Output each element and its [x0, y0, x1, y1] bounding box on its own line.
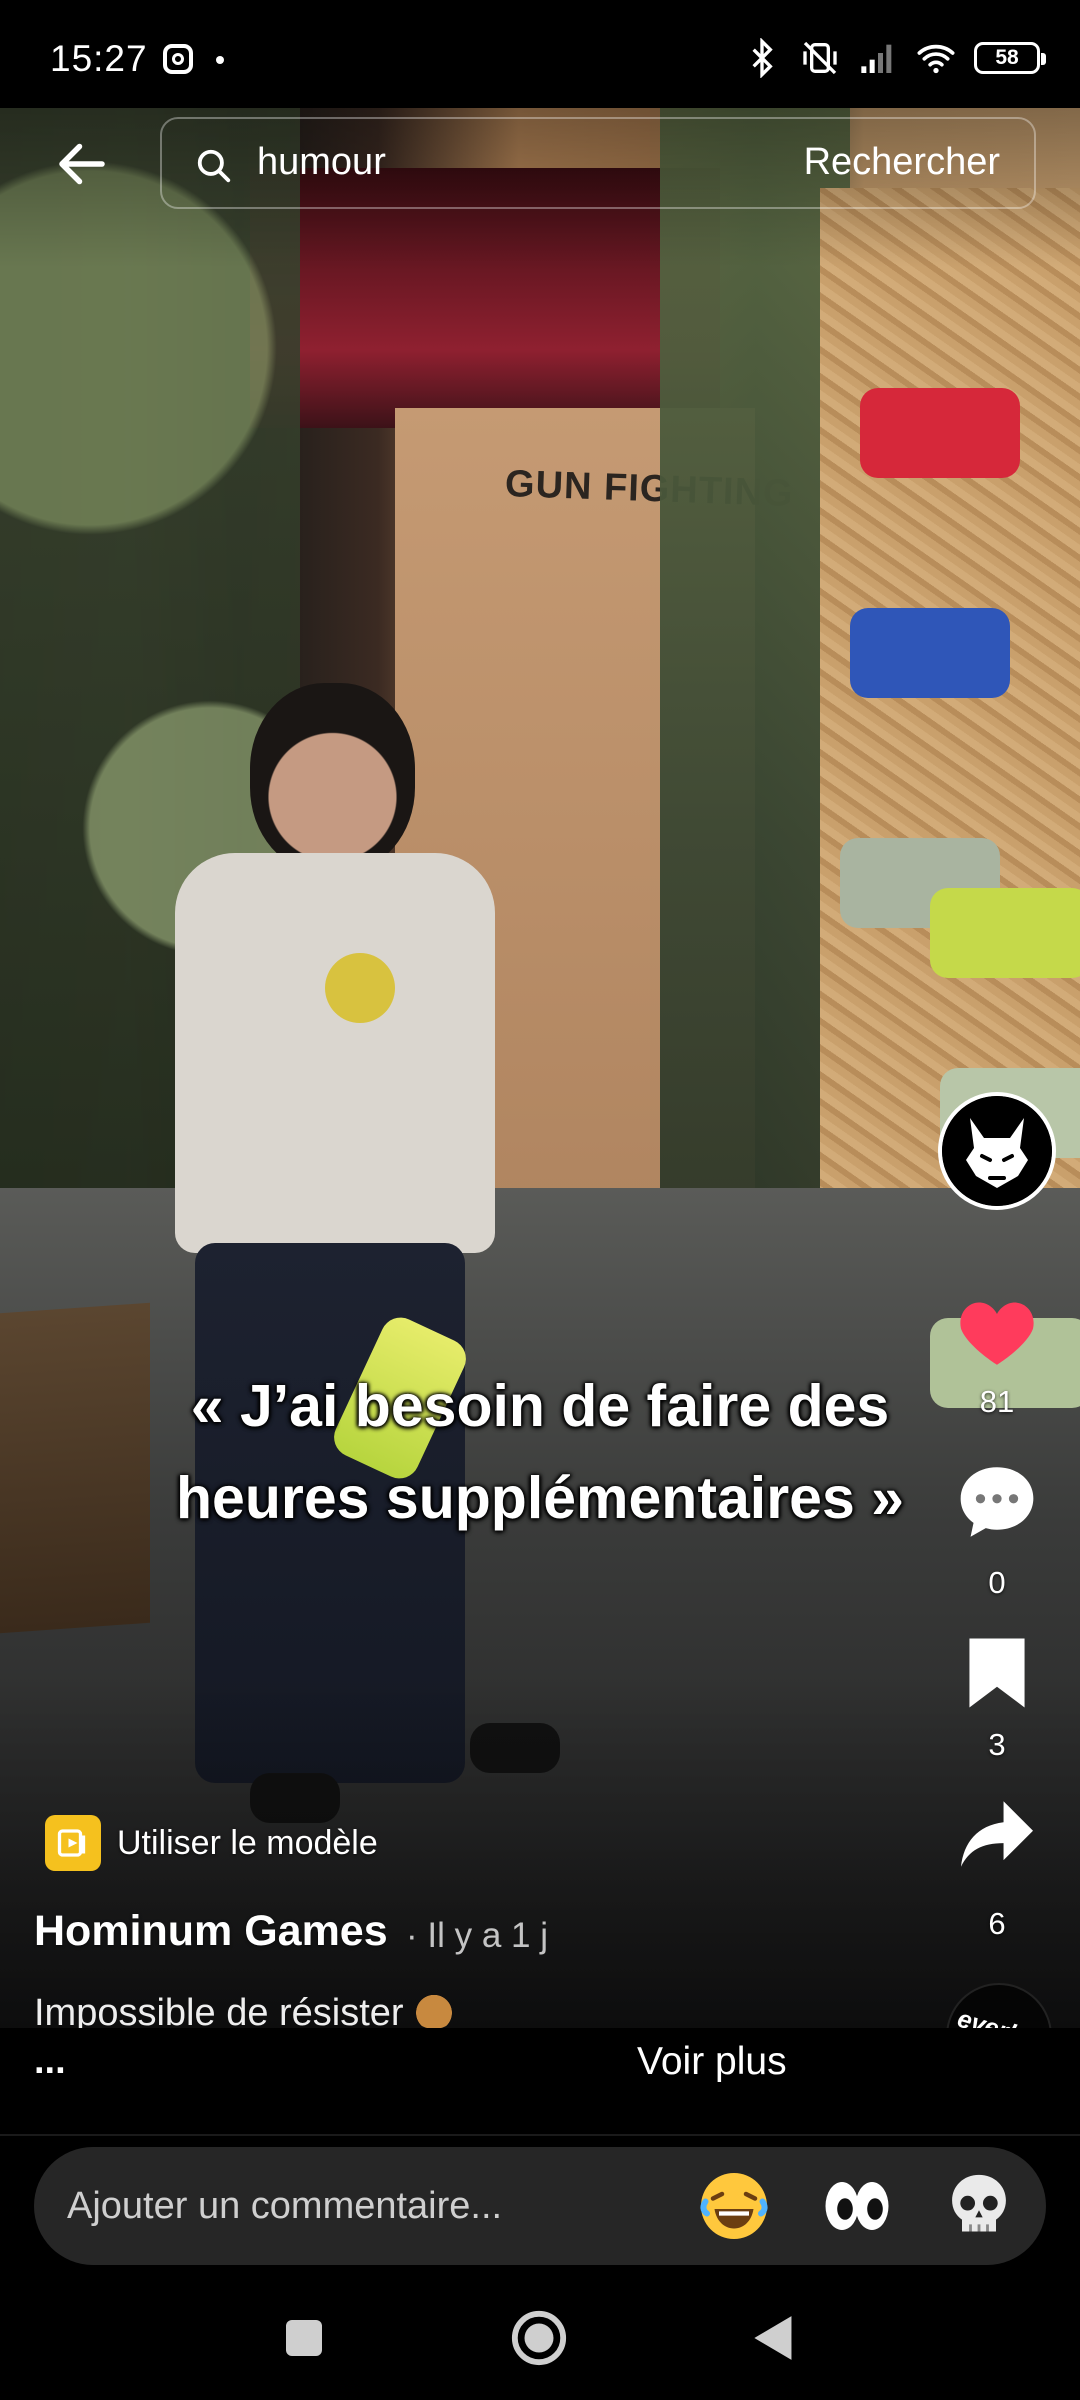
instagram-icon	[163, 44, 193, 74]
use-template-button[interactable]: Utiliser le modèle	[45, 1815, 378, 1871]
wifi-icon	[917, 44, 955, 74]
comment-bubble-icon	[960, 1467, 1034, 1537]
wolf-logo-icon	[942, 1096, 1052, 1206]
blaster-blue	[850, 608, 1010, 698]
comment-input[interactable]: Ajouter un commentaire...	[34, 2147, 1046, 2265]
search-submit-button[interactable]: Rechercher	[804, 141, 1000, 184]
battery-level: 58	[995, 46, 1019, 69]
post-timestamp: · Il y a 1 j	[406, 1916, 548, 1955]
description-ellipsis: ...	[34, 2040, 66, 2082]
search-icon	[197, 149, 231, 183]
person-head	[250, 683, 415, 873]
comment-count: 0	[988, 1565, 1006, 1600]
share-count: 6	[988, 1906, 1006, 1941]
laughing-emoji-icon[interactable]	[696, 2168, 772, 2244]
bookmark-icon	[969, 1638, 1025, 1708]
person-shirt	[175, 853, 495, 1253]
eyes-emoji-icon[interactable]	[819, 2168, 895, 2244]
battery-icon: 58	[974, 42, 1046, 74]
bluetooth-icon	[752, 38, 773, 78]
template-icon	[45, 1815, 101, 1871]
heart-icon	[960, 1302, 1034, 1365]
back-arrow-icon[interactable]	[52, 134, 112, 194]
video-caption-line-1: « J’ai besoin de faire des	[190, 1373, 890, 1439]
signal-icon	[861, 44, 892, 73]
blaster-red	[860, 388, 1020, 478]
skull-emoji-icon[interactable]	[941, 2168, 1017, 2244]
search-input[interactable]: humour	[257, 141, 386, 184]
status-icons: 58	[742, 36, 1046, 80]
video-caption-line-2: heures supplémentaires »	[176, 1465, 904, 1531]
blaster-green-2	[930, 888, 1080, 978]
creator-avatar[interactable]	[938, 1092, 1056, 1210]
see-more-button[interactable]: Voir plus	[637, 2040, 787, 2084]
comment-placeholder: Ajouter un commentaire...	[67, 2185, 503, 2227]
recent-apps-icon[interactable]	[262, 2296, 346, 2380]
back-icon[interactable]	[732, 2296, 816, 2380]
author-name[interactable]: Hominum Games	[34, 1907, 388, 1956]
share-arrow-icon	[961, 1801, 1033, 1867]
status-time: 15:27	[50, 38, 148, 79]
see-no-evil-monkey-emoji-icon	[411, 1993, 456, 2029]
comment-button[interactable]	[945, 1462, 1049, 1542]
notification-dot-icon	[216, 56, 224, 64]
use-template-label: Utiliser le modèle	[117, 1823, 378, 1862]
person-shirt-logo	[325, 953, 395, 1023]
save-count: 3	[988, 1727, 1006, 1762]
like-button[interactable]	[945, 1292, 1049, 1372]
caption-footer	[0, 2028, 1080, 2138]
vibrate-off-icon	[803, 41, 837, 75]
home-icon[interactable]	[497, 2296, 581, 2380]
video-caption: « J’ai besoin de faire des heures supplé…	[0, 1360, 1080, 1544]
search-bar[interactable]: humour Rechercher	[160, 117, 1036, 209]
like-count: 81	[979, 1384, 1015, 1419]
share-button[interactable]	[945, 1794, 1049, 1874]
save-button[interactable]	[945, 1633, 1049, 1713]
status-bar: 15:27 58	[0, 0, 1080, 108]
